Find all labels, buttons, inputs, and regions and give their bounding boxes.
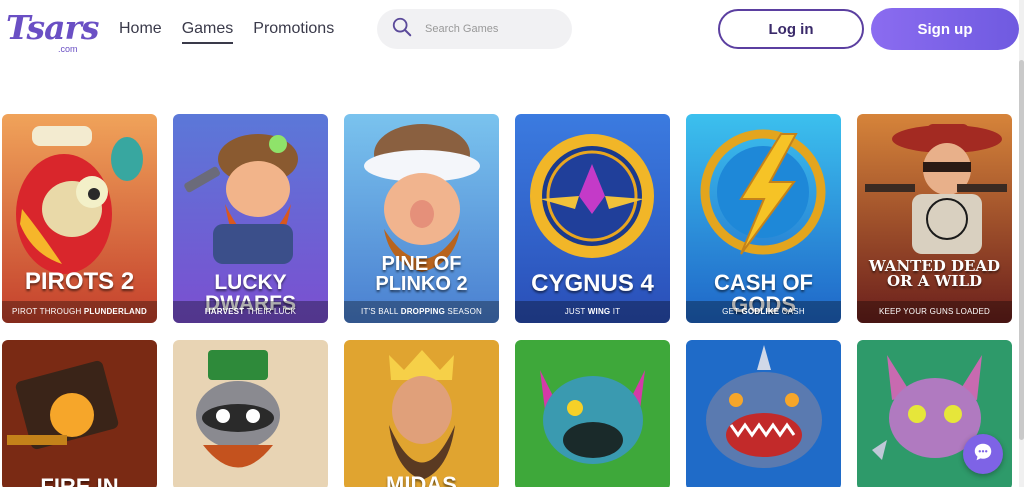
tagline-text: KEEP YOUR GUNS LOADED bbox=[878, 307, 991, 316]
game-title: FIRE IN bbox=[40, 474, 119, 487]
nav-home[interactable]: Home bbox=[119, 20, 162, 44]
chat-bubble-icon bbox=[972, 441, 994, 468]
tagline-bold: PLUNDERLAND bbox=[83, 307, 147, 316]
tagline-text-end: IT bbox=[610, 307, 621, 316]
game-tile-wanted-dead-or-a-wild[interactable]: WANTED DEAD OR A WILD KEEP YOUR GUNS LOA… bbox=[857, 114, 1012, 323]
main-nav: Home Games Promotions bbox=[119, 20, 334, 44]
midas-king-art bbox=[344, 340, 499, 487]
game-tile-shark[interactable] bbox=[686, 340, 841, 487]
tagline-text: IT'S BALL bbox=[361, 307, 401, 316]
game-title: CYGNUS 4 bbox=[531, 270, 654, 297]
nav-games[interactable]: Games bbox=[181, 20, 234, 44]
site-header: Tsars .com Home Games Promotions Log in … bbox=[0, 0, 1024, 60]
tagline-bold: DROPPING bbox=[400, 307, 445, 316]
nav-promotions[interactable]: Promotions bbox=[253, 20, 334, 44]
game-tile-pine-of-plinko-2[interactable]: PINE OF PLINKO 2 IT'S BALL DROPPING SEAS… bbox=[344, 114, 499, 323]
game-tile-fire-in[interactable]: FIRE IN bbox=[2, 340, 157, 487]
search-icon[interactable] bbox=[391, 16, 413, 43]
game-tile-midas[interactable]: MIDAS bbox=[344, 340, 499, 487]
tagline-text: JUST bbox=[564, 307, 588, 316]
game-tile-cyber-cat[interactable] bbox=[515, 340, 670, 487]
game-tagline: HARVEST THEIR LUCK bbox=[173, 301, 328, 323]
game-tagline: GET GODLIKE CASH bbox=[686, 301, 841, 323]
tagline-bold: WING bbox=[587, 307, 611, 316]
scrollbar-thumb[interactable] bbox=[1019, 60, 1024, 440]
tagline-text-end: THEIR LUCK bbox=[244, 307, 297, 316]
logo-text: Tsars bbox=[6, 8, 99, 47]
game-title: PINE OF PLINKO 2 bbox=[375, 253, 468, 295]
game-tile-cygnus-4[interactable]: CYGNUS 4 JUST WING IT bbox=[515, 114, 670, 323]
tagline-bold: HARVEST bbox=[204, 307, 245, 316]
tagline-text: GET bbox=[722, 307, 742, 316]
game-tile-raccoon[interactable] bbox=[173, 340, 328, 487]
raccoon-leprechaun-art bbox=[173, 340, 328, 487]
login-button[interactable]: Log in bbox=[718, 9, 864, 49]
game-tagline: KEEP YOUR GUNS LOADED bbox=[857, 301, 1012, 323]
game-tile-lucky-dwarfs[interactable]: LUCKY DWARFS HARVEST THEIR LUCK bbox=[173, 114, 328, 323]
tsars-logo[interactable]: Tsars .com bbox=[6, 8, 99, 54]
chat-button[interactable] bbox=[963, 434, 1003, 474]
game-title: WANTED DEAD OR A WILD bbox=[868, 257, 1001, 290]
logo-domain: .com bbox=[58, 44, 78, 54]
zombie-cat-art bbox=[515, 340, 670, 487]
tagline-text-end: SEASON bbox=[445, 307, 482, 316]
robot-shark-art bbox=[686, 340, 841, 487]
game-tile-pirots-2[interactable]: PIROTS 2 PIROT THROUGH PLUNDERLAND bbox=[2, 114, 157, 323]
page-scrollbar[interactable] bbox=[1019, 0, 1024, 487]
game-tile-cash-of-gods[interactable]: CASH OF GODS GET GODLIKE CASH bbox=[686, 114, 841, 323]
game-tagline: JUST WING IT bbox=[515, 301, 670, 323]
tagline-bold: GODLIKE bbox=[741, 307, 780, 316]
game-title: MIDAS bbox=[386, 472, 457, 487]
game-tagline: IT'S BALL DROPPING SEASON bbox=[344, 301, 499, 323]
game-tagline: PIROT THROUGH PLUNDERLAND bbox=[2, 301, 157, 323]
game-title: PIROTS 2 bbox=[24, 268, 135, 295]
tagline-text-end: CASH bbox=[779, 307, 805, 316]
fire-lantern-art bbox=[2, 340, 157, 487]
tagline-text: PIROT THROUGH bbox=[12, 307, 84, 316]
wanted-gunslinger-art bbox=[857, 114, 1012, 323]
search-input[interactable] bbox=[425, 23, 555, 35]
search-box[interactable] bbox=[377, 9, 572, 49]
signup-button[interactable]: Sign up bbox=[871, 8, 1019, 50]
